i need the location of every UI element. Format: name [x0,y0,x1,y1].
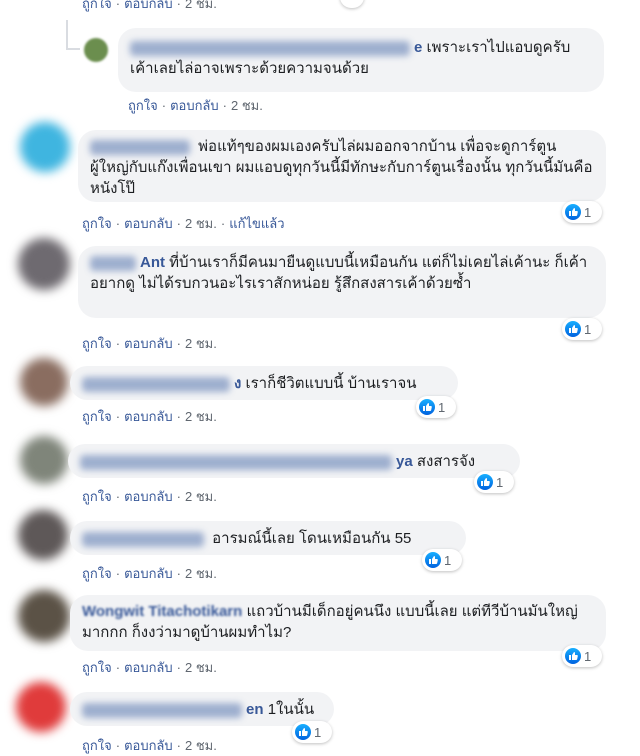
reaction-badge[interactable]: 1 [422,549,462,571]
reaction-badge[interactable]: 1 [416,396,456,418]
timestamp: 2 ชม. [185,660,217,675]
avatar[interactable] [18,510,68,560]
reaction-count: 1 [444,552,452,568]
reaction-badge[interactable]: 1 [474,471,514,493]
timestamp: 2 ชม. [185,336,217,351]
reaction-count: 1 [584,648,592,664]
reply-link[interactable]: ตอบกลับ [124,738,173,753]
timestamp: 2 ชม. [231,98,263,113]
timestamp: 2 ชม. [185,216,217,231]
avatar[interactable] [20,122,70,172]
reaction-badge[interactable]: 1 [292,721,332,743]
like-link[interactable]: ถูกใจ [82,216,112,231]
comment-actions: ถูกใจ · ตอบกลับ · 2 ชม. [82,660,217,675]
timestamp: 2 ชม. [185,489,217,504]
comment-bubble: e เพราะเราไปแอบดูครับเค้าเลยไล่อาจเพราะด… [118,28,604,92]
comment-bubble: Wongwit Titachotikarn แถวบ้านมีเด็กอยู่ค… [70,595,606,651]
timestamp: 2 ชม. [185,738,217,753]
avatar[interactable] [18,590,70,642]
reply-link[interactable]: ตอบกลับ [124,409,173,424]
like-icon [565,321,581,337]
commenter-name[interactable]: Wongwit Titachotikarn [82,603,242,620]
like-icon [295,724,311,740]
reply-link[interactable]: ตอบกลับ [124,566,173,581]
like-link[interactable]: ถูกใจ [128,98,158,113]
commenter-name-blurred[interactable] [130,40,410,56]
like-icon [565,204,581,220]
like-link[interactable]: ถูกใจ [82,566,112,581]
like-link[interactable]: ถูกใจ [82,0,112,11]
avatar[interactable] [84,38,108,62]
thread-connector [66,48,80,50]
reply-link[interactable]: ตอบกลับ [170,98,219,113]
avatar[interactable] [16,682,66,732]
avatar[interactable] [20,358,68,406]
comment-text: 1ในนั้น [267,701,315,718]
reply-link[interactable]: ตอบกลับ [124,336,173,351]
comment-bubble: ya สงสารจัง [68,444,520,478]
reply-link[interactable]: ตอบกลับ [124,489,173,504]
comment-actions: ถูกใจ · ตอบกลับ · 2 ชม. [82,409,217,424]
commenter-name-blurred[interactable] [82,702,242,718]
commenter-name-blurred[interactable] [80,454,392,470]
comment-bubble: พ่อแท้ๆของผมเองครับไล่ผมออกจากบ้าน เพื่อ… [78,130,606,202]
like-link[interactable]: ถูกใจ [82,738,112,753]
commenter-name[interactable]: ya [396,453,413,470]
reaction-count: 1 [314,724,322,740]
reaction-count: 1 [438,399,446,415]
comment-actions: ถูกใจ · ตอบกลับ · 2 ชม. [82,489,217,504]
comment-actions: ถูกใจ · ตอบกลับ · 2 ชม. [82,738,217,753]
like-link[interactable]: ถูกใจ [82,660,112,675]
thread-line [66,20,68,48]
comment-actions: ถูกใจ · ตอบกลับ · 2 ชม. [128,98,263,113]
comment-actions: ถูกใจ · ตอบกลับ · 2 ชม. [82,336,217,351]
edited-label[interactable]: แก้ไขแล้ว [229,216,284,231]
reaction-badge[interactable]: 1 [562,318,602,340]
avatar[interactable] [20,436,68,484]
reply-link[interactable]: ตอบกลับ [124,216,173,231]
like-link[interactable]: ถูกใจ [82,409,112,424]
reaction-count: 1 [496,474,504,490]
like-icon [419,399,435,415]
reaction-count: 1 [584,321,592,337]
reaction-badge[interactable]: 1 [562,645,602,667]
comment-text: อารมณ์นี้เลย โดนเหมือนกัน 55 [212,530,412,547]
comment-actions: ถูกใจ · ตอบกลับ · 2 ชม. [82,566,217,581]
commenter-name-blurred[interactable] [82,531,204,547]
commenter-name[interactable]: en [246,701,264,718]
commenter-name-blurred[interactable] [90,255,136,271]
comment-text: สงสารจัง [416,453,476,470]
avatar[interactable] [18,238,70,290]
comment-bubble: Ant ที่บ้านเราก็มีคนมายืนดูแบบนี้เหมือนก… [78,246,606,318]
commenter-name-blurred[interactable] [90,139,190,155]
comment-text: ที่บ้านเราก็มีคนมายืนดูแบบนี้เหมือนกัน แ… [90,254,588,292]
like-link[interactable]: ถูกใจ [82,336,112,351]
reply-link[interactable]: ตอบกลับ [124,0,173,11]
comment-actions: ถูกใจ · ตอบกลับ · 2 ชม. · แก้ไขแล้ว [82,216,285,231]
comment-0-actions: ถูกใจ · ตอบกลับ · 2 ชม. [82,0,217,14]
reaction-count: 1 [584,204,592,220]
commenter-name-blurred[interactable] [82,376,230,392]
reaction-badge[interactable]: 1 [562,201,602,223]
like-icon [477,474,493,490]
reply-link[interactable]: ตอบกลับ [124,660,173,675]
timestamp: 2 ชม. [185,566,217,581]
like-icon [425,552,441,568]
like-link[interactable]: ถูกใจ [82,489,112,504]
comment-bubble: ง เราก็ชีวิตแบบนี้ บ้านเราจน [70,366,458,400]
timestamp: 2 ชม. [185,0,217,11]
commenter-name[interactable]: e [414,39,422,56]
commenter-name[interactable]: Ant [140,254,165,271]
reaction-badge-partial[interactable] [340,0,364,8]
timestamp: 2 ชม. [185,409,217,424]
like-icon [565,648,581,664]
comment-bubble: อารมณ์นี้เลย โดนเหมือนกัน 55 [70,521,466,555]
comment-text: เราก็ชีวิตแบบนี้ บ้านเราจน [245,375,417,392]
comment-bubble: en 1ในนั้น [70,692,334,726]
commenter-name[interactable]: ง [234,375,241,392]
